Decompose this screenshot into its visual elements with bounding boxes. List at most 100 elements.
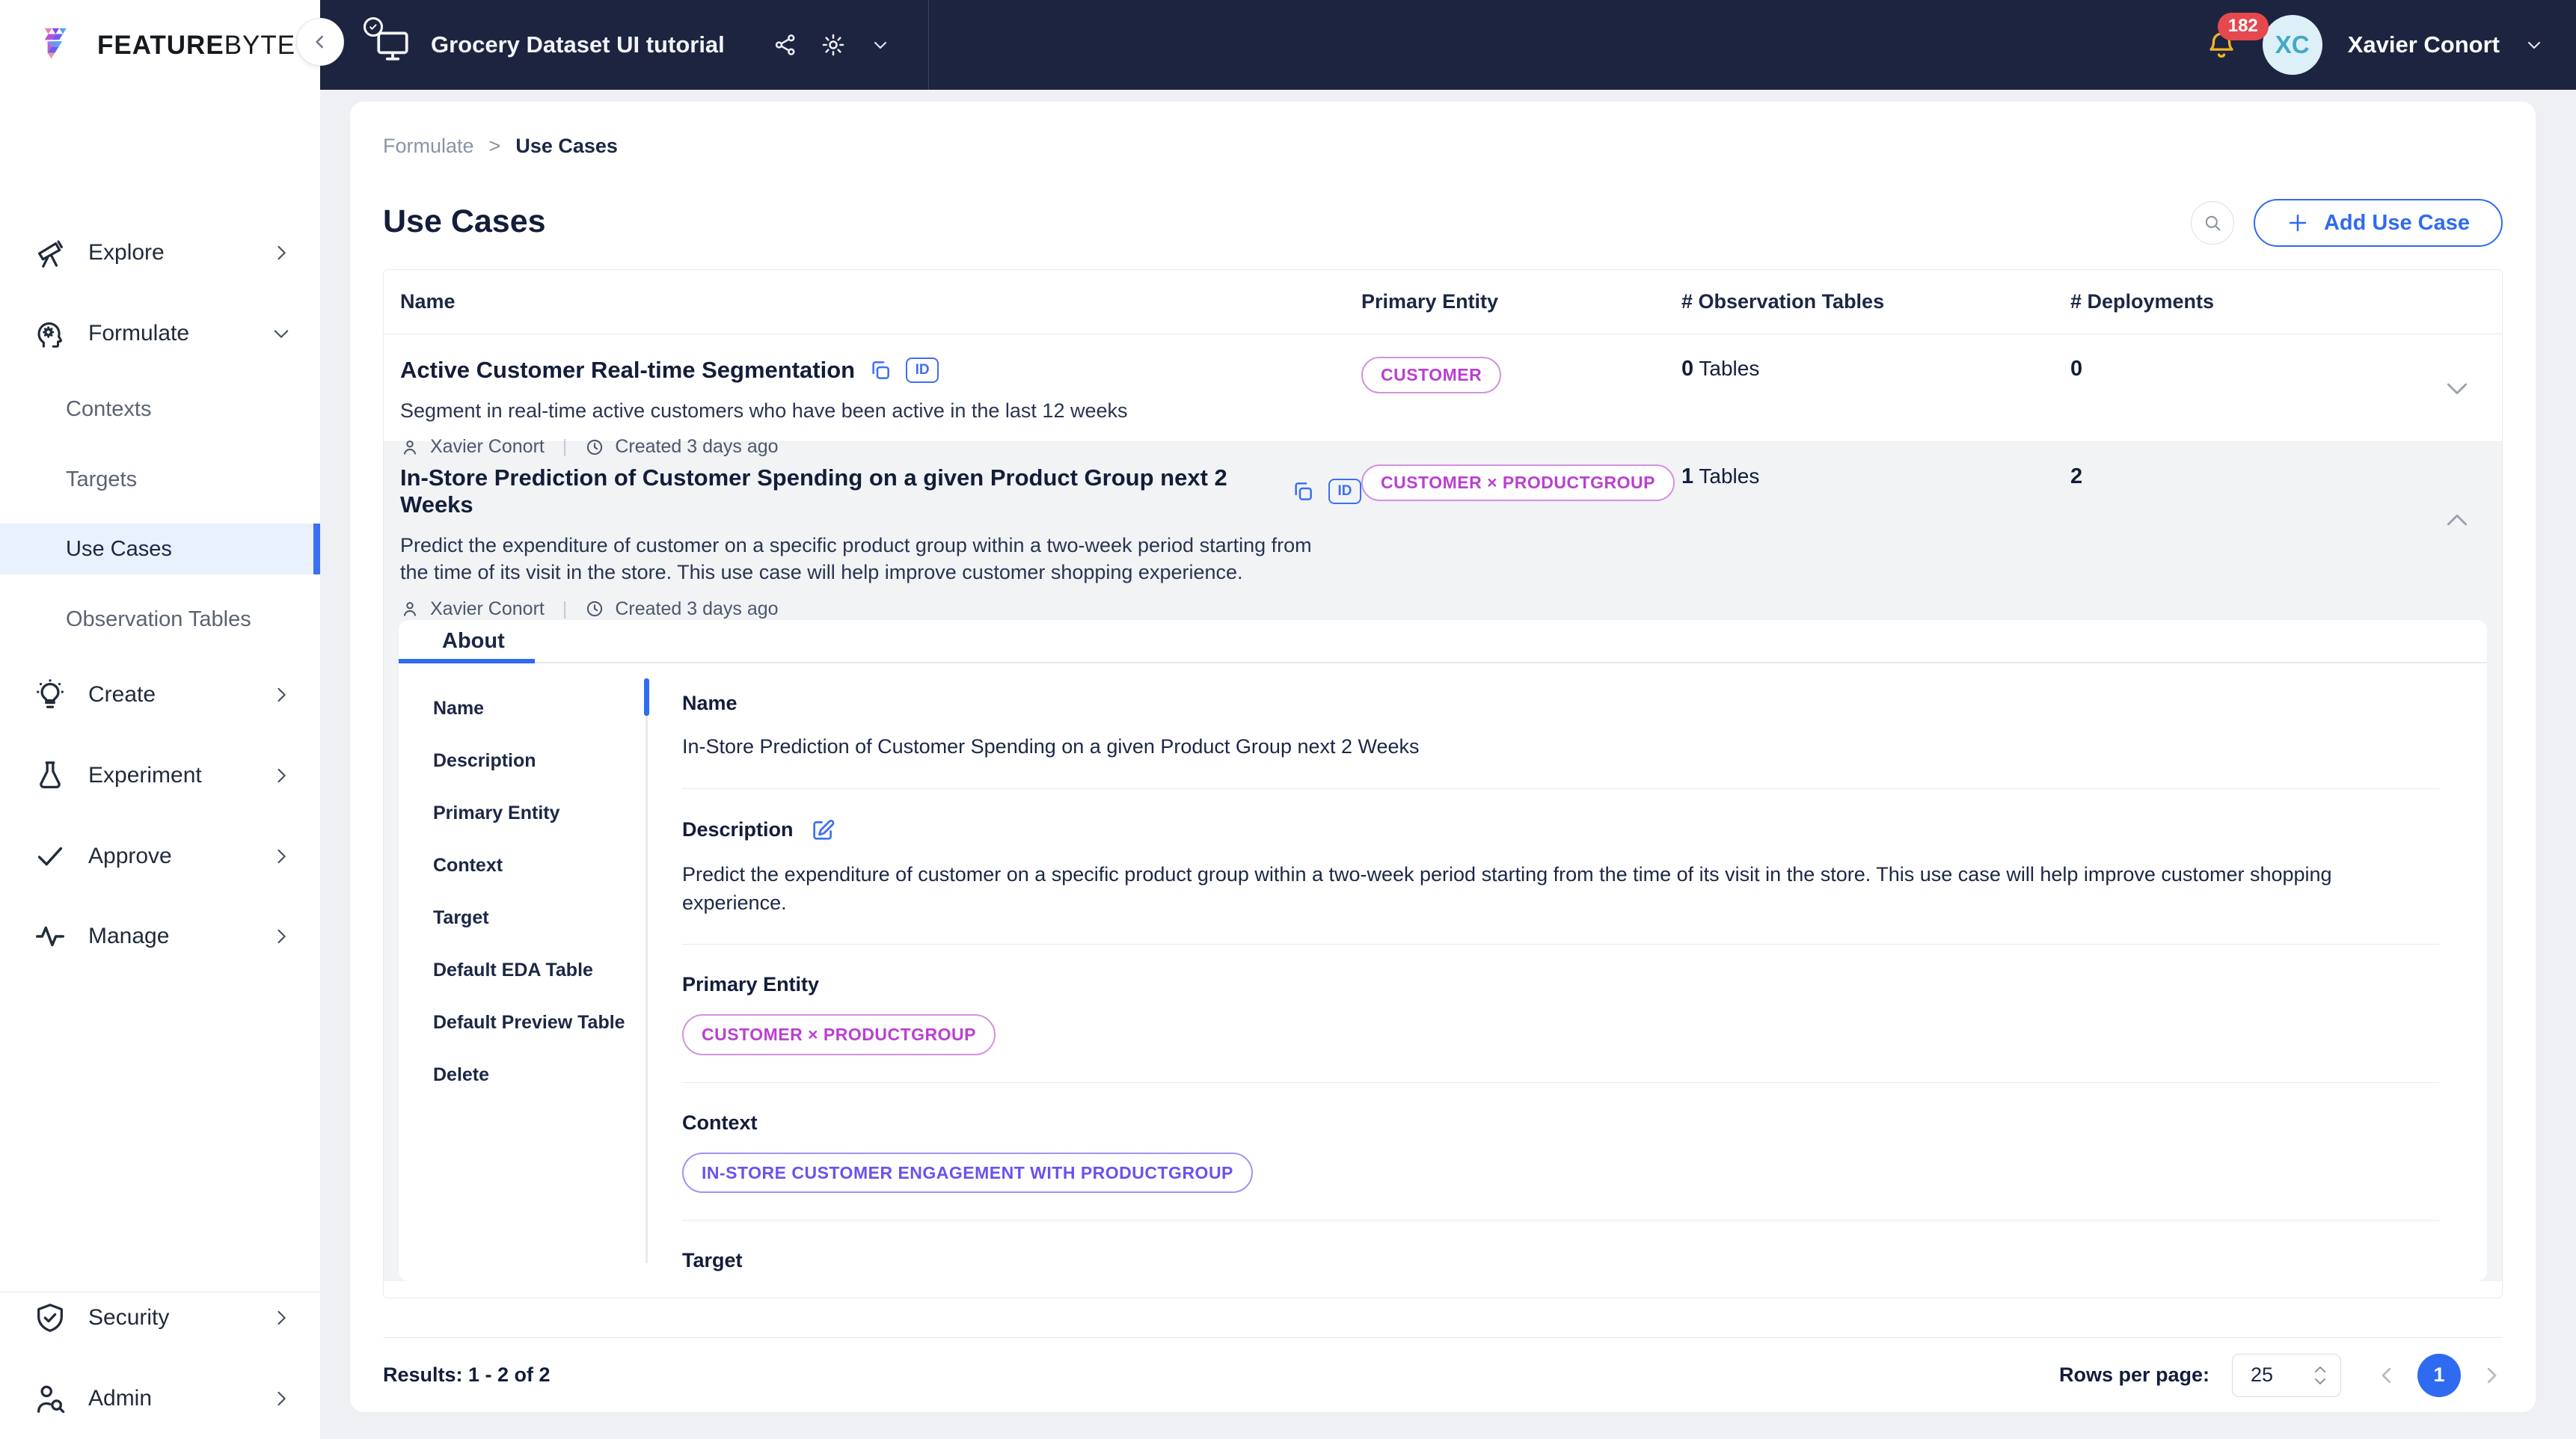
breadcrumb-formulate[interactable]: Formulate	[383, 135, 474, 158]
activity-icon	[36, 926, 64, 947]
use-case-name[interactable]: Active Customer Real-time Segmentation	[400, 357, 855, 384]
sidebar-item-manage[interactable]: Manage	[0, 908, 320, 965]
section-heading: Context	[682, 1111, 758, 1134]
rows-per-page-select[interactable]: 25	[2232, 1353, 2341, 1397]
sidebar-collapse-button[interactable]	[296, 18, 344, 66]
table-row[interactable]: Active Customer Real-time Segmentation I…	[384, 334, 2502, 457]
context-badge: IN-STORE CUSTOMER ENGAGEMENT WITH PRODUC…	[682, 1152, 1253, 1193]
add-use-case-button[interactable]: Add Use Case	[2253, 199, 2503, 247]
pagination: 1	[2376, 1353, 2503, 1397]
avatar[interactable]: XC	[2262, 15, 2322, 75]
chevron-down-icon[interactable]	[2525, 36, 2543, 54]
results-count: Results: 1 - 2 of 2	[383, 1363, 551, 1386]
next-page-icon[interactable]	[2480, 1364, 2503, 1387]
nav-item-description[interactable]: Description	[433, 750, 645, 772]
breadcrumb-use-cases: Use Cases	[515, 135, 618, 157]
sidebar-item-admin[interactable]: Admin	[0, 1370, 320, 1427]
nav-item-default-eda-table[interactable]: Default EDA Table	[433, 960, 645, 981]
search-button[interactable]	[2190, 201, 2234, 245]
section-name: Name In-Store Prediction of Customer Spe…	[682, 663, 2439, 789]
section-heading: Name	[682, 692, 737, 714]
sidebar-item-label: Admin	[88, 1386, 153, 1411]
use-case-name[interactable]: In-Store Prediction of Customer Spending…	[400, 464, 1278, 518]
user-name[interactable]: Xavier Conort	[2348, 31, 2500, 58]
telescope-icon	[37, 240, 63, 268]
head-gear-icon	[37, 322, 63, 348]
main-panel: Formulate > Use Cases Use Cases Add Use …	[350, 102, 2536, 1412]
table-header: Name Primary Entity # Observation Tables…	[384, 270, 2502, 334]
monitor-icon	[364, 17, 411, 64]
scrollspy-active-indicator	[644, 678, 649, 716]
share-icon[interactable]	[773, 32, 798, 58]
sidebar-item-contexts[interactable]: Contexts	[0, 384, 320, 435]
sidebar-item-use-cases[interactable]: Use Cases	[0, 524, 320, 574]
nav-item-context[interactable]: Context	[433, 855, 645, 877]
chevron-down-icon	[274, 330, 289, 338]
notification-count-badge[interactable]: 182	[2217, 13, 2269, 40]
chevron-right-icon	[277, 687, 286, 702]
shield-check-icon	[37, 1304, 63, 1332]
stepper-icon[interactable]	[2313, 1365, 2327, 1386]
sidebar-item-experiment[interactable]: Experiment	[0, 747, 320, 804]
id-icon[interactable]: ID	[1328, 479, 1361, 504]
copy-icon[interactable]	[868, 358, 892, 382]
column-header-deployments: # Deployments	[2070, 290, 2215, 313]
breadcrumb-separator: >	[488, 135, 501, 157]
edit-pencil-icon[interactable]	[810, 817, 835, 843]
deployments-count: 2	[2070, 464, 2083, 488]
expand-chevron-down-icon[interactable]	[2442, 373, 2472, 403]
project-title[interactable]: Grocery Dataset UI tutorial	[431, 31, 725, 58]
sidebar-item-create[interactable]: Create	[0, 666, 320, 723]
sidebar-item-targets[interactable]: Targets	[0, 454, 320, 505]
detail-content: Name In-Store Prediction of Customer Spe…	[648, 663, 2487, 1281]
page-number-button[interactable]: 1	[2417, 1353, 2461, 1397]
scrollspy-track	[644, 678, 649, 1263]
section-description: Description Predict the expenditure of c…	[682, 789, 2439, 945]
observation-tables-count: 0	[1681, 357, 1694, 381]
tab-about[interactable]: About	[442, 629, 505, 654]
sidebar-item-label: Experiment	[88, 763, 202, 788]
chevron-right-icon	[277, 1391, 286, 1406]
sidebar-item-formulate[interactable]: Formulate	[0, 305, 320, 362]
page-actions: Add Use Case	[2190, 199, 2503, 247]
sidebar-item-label: Explore	[88, 240, 165, 265]
notifications-bell-icon[interactable]: 182	[2206, 13, 2269, 61]
nav-item-default-preview-table[interactable]: Default Preview Table	[433, 1012, 645, 1034]
use-cases-table: Name Primary Entity # Observation Tables…	[383, 269, 2503, 1298]
gear-icon[interactable]	[821, 32, 846, 58]
detail-section-nav: Name Description Primary Entity Context …	[399, 663, 645, 1281]
featurebyte-logomark	[44, 28, 67, 59]
nav-item-primary-entity[interactable]: Primary Entity	[433, 803, 645, 824]
nav-item-delete[interactable]: Delete	[433, 1064, 645, 1086]
check-icon	[37, 847, 63, 866]
sidebar-item-approve[interactable]: Approve	[0, 828, 320, 885]
section-context: Context IN-STORE CUSTOMER ENGAGEMENT WIT…	[682, 1083, 2439, 1221]
chevron-right-icon	[277, 768, 286, 783]
previous-page-icon[interactable]	[2376, 1364, 2398, 1387]
section-target: Target CUSTOMER_X_PRODUCTGROUP_SUM_OF_TO…	[682, 1221, 2439, 1281]
expanded-row-container: In-Store Prediction of Customer Spending…	[384, 442, 2502, 1281]
id-icon[interactable]: ID	[906, 358, 939, 383]
sidebar: FEATUREBYTE Explore Formulate Contexts T…	[0, 0, 320, 1439]
primary-entity-badge: CUSTOMER	[1361, 357, 1502, 393]
person-icon	[403, 602, 417, 617]
nav-item-name[interactable]: Name	[433, 698, 645, 720]
column-header-primary-entity: Primary Entity	[1361, 290, 1499, 313]
detail-tabbar: About	[399, 620, 2487, 663]
sidebar-item-explore[interactable]: Explore	[0, 224, 320, 281]
featurebyte-logo: FEATUREBYTE	[39, 22, 295, 69]
sidebar-item-observation-tables[interactable]: Observation Tables	[0, 594, 320, 645]
sidebar-item-label: Approve	[88, 844, 172, 868]
section-heading: Target	[682, 1248, 743, 1271]
collapse-chevron-up-icon[interactable]	[2442, 506, 2472, 536]
column-header-name: Name	[400, 290, 456, 313]
page-title: Use Cases	[383, 203, 546, 239]
copy-icon[interactable]	[1291, 479, 1315, 503]
nav-item-target[interactable]: Target	[433, 907, 645, 929]
column-header-observation-tables: # Observation Tables	[1681, 290, 1885, 313]
sidebar-item-security[interactable]: Security	[0, 1289, 320, 1346]
table-row[interactable]: In-Store Prediction of Customer Spending…	[384, 442, 2502, 619]
chevron-down-icon[interactable]	[871, 36, 889, 54]
topbar-divider	[927, 0, 929, 90]
user-search-icon	[37, 1385, 65, 1414]
